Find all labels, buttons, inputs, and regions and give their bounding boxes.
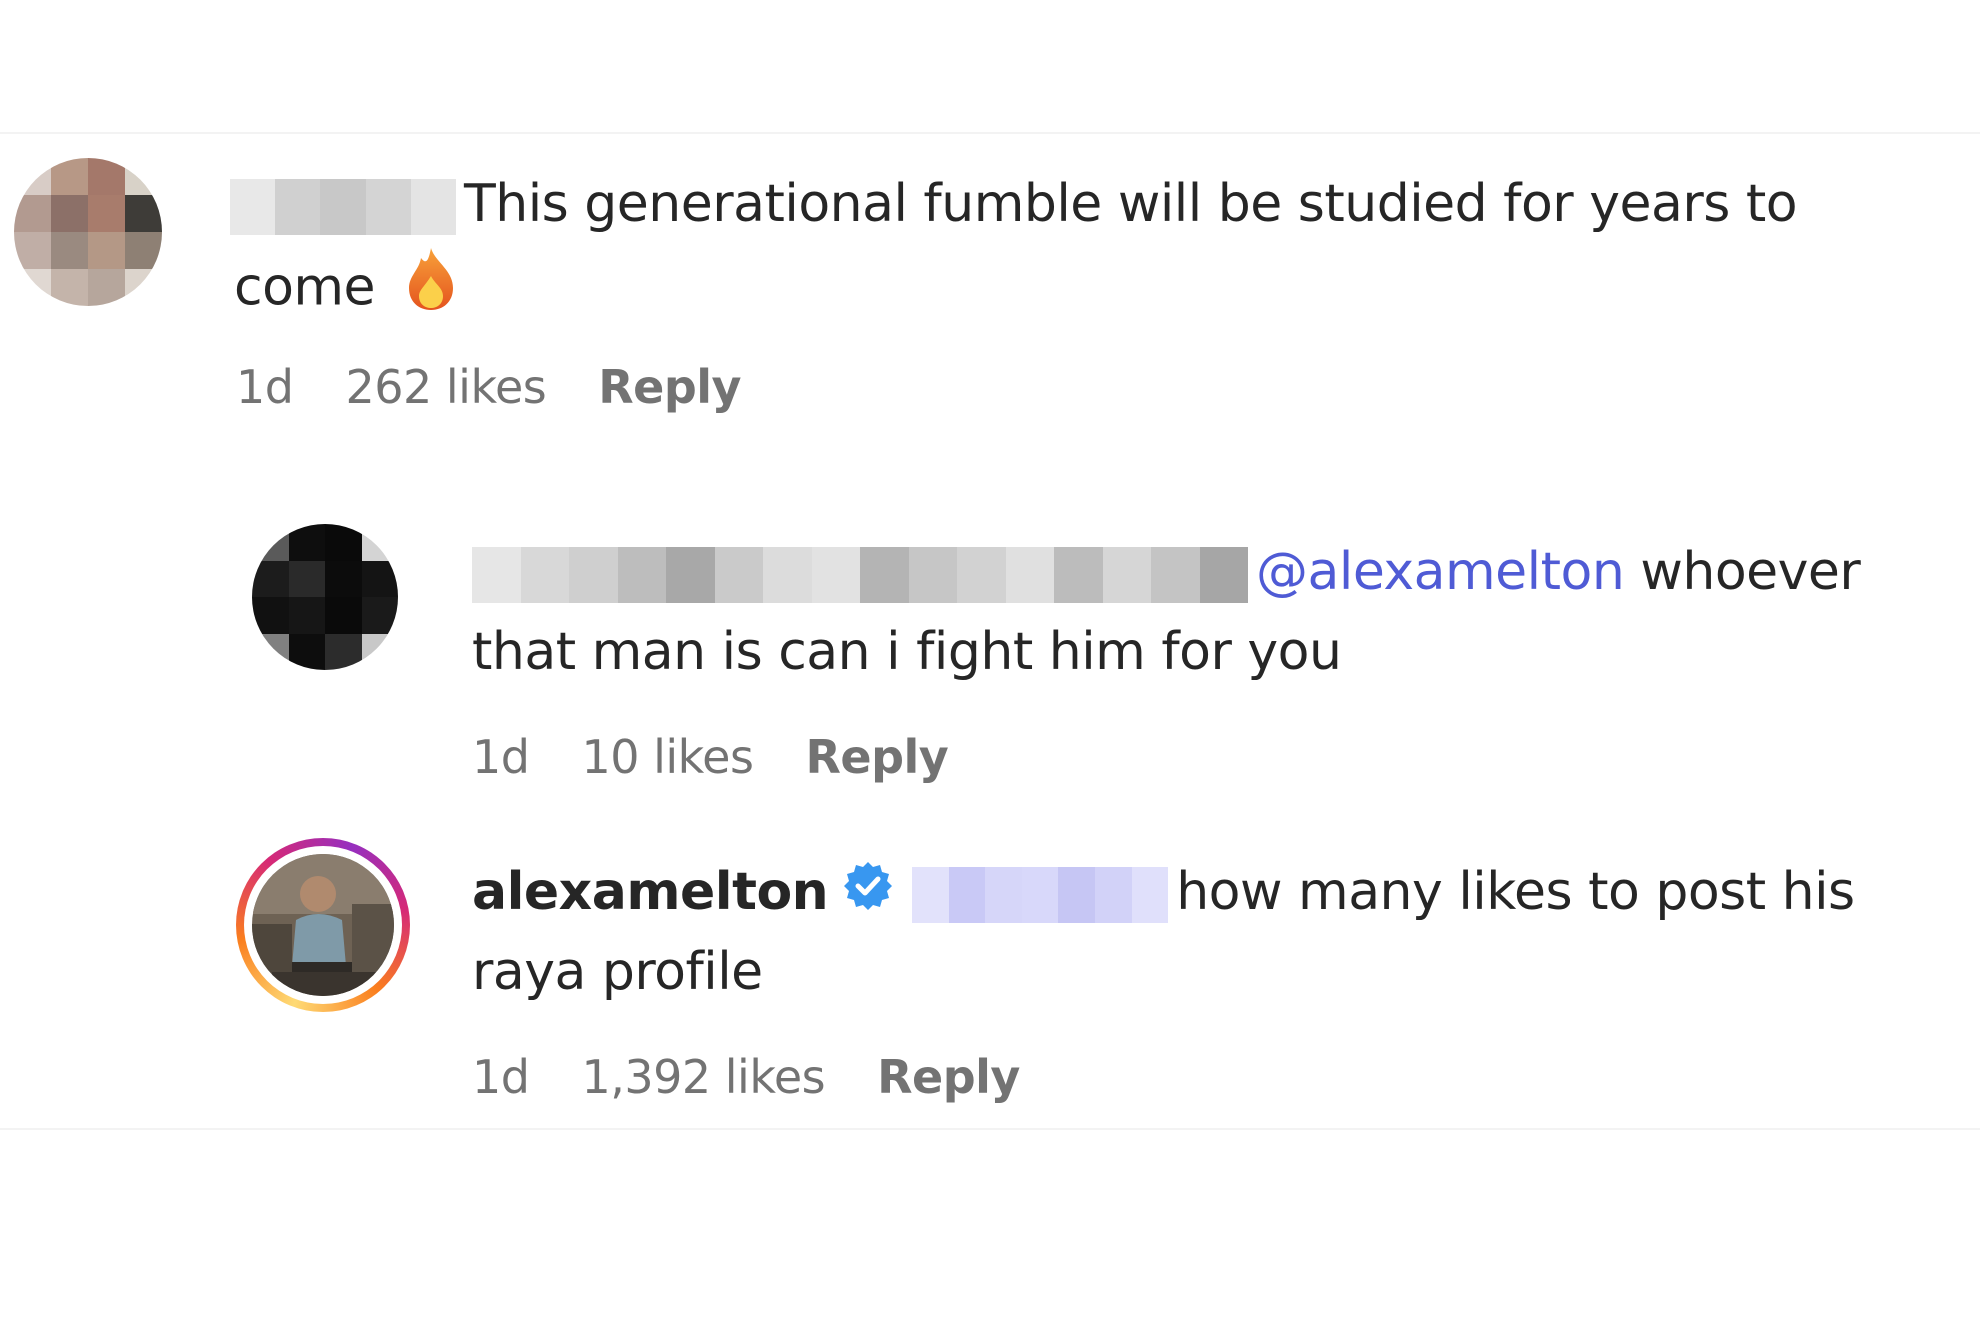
blurred-mention[interactable] bbox=[912, 867, 1169, 923]
blurred-username[interactable] bbox=[472, 547, 1248, 603]
story-ring-avatar[interactable] bbox=[236, 838, 410, 1012]
verified-badge-icon bbox=[842, 855, 894, 935]
author-reply-text: how many likes to post his bbox=[1176, 862, 1855, 922]
author-reply-continued: raya profile bbox=[472, 932, 763, 1012]
comment-text-line2: come bbox=[234, 257, 376, 318]
comment-likes[interactable]: 262 likes bbox=[345, 360, 546, 414]
top-divider bbox=[0, 132, 1980, 134]
reply-body-continued: that man is can i fight him for you bbox=[472, 612, 1342, 692]
author-reply-body: alexamelton how many likes to post his bbox=[472, 852, 1942, 935]
reply-meta: 1d 10 likes Reply bbox=[472, 730, 949, 784]
author-reply-likes[interactable]: 1,392 likes bbox=[581, 1050, 825, 1104]
bottom-divider bbox=[0, 1128, 1980, 1130]
author-reply-text-line2: raya profile bbox=[472, 942, 763, 1002]
reply-text: whoever bbox=[1624, 542, 1861, 602]
blurred-username[interactable] bbox=[230, 179, 456, 235]
reply-button[interactable]: Reply bbox=[598, 360, 741, 414]
avatar bbox=[252, 854, 394, 996]
comment-body-continued: come bbox=[234, 246, 457, 335]
fire-icon bbox=[405, 246, 457, 335]
comment-timestamp[interactable]: 1d bbox=[236, 360, 294, 414]
comment-body: This generational fumble will be studied… bbox=[230, 164, 1930, 244]
reply-text-line2: that man is can i fight him for you bbox=[472, 622, 1342, 682]
replier-avatar[interactable] bbox=[252, 524, 398, 670]
mention-link[interactable]: @alexamelton bbox=[1256, 542, 1625, 602]
reply-button[interactable]: Reply bbox=[877, 1050, 1020, 1104]
reply-button[interactable]: Reply bbox=[805, 730, 948, 784]
reply-timestamp[interactable]: 1d bbox=[472, 730, 530, 784]
comment-meta: 1d 262 likes Reply bbox=[236, 360, 742, 414]
comment-text: This generational fumble will be studied… bbox=[464, 174, 1798, 234]
comments-panel: This generational fumble will be studied… bbox=[0, 0, 1980, 1320]
author-reply-meta: 1d 1,392 likes Reply bbox=[472, 1050, 1020, 1104]
author-reply-timestamp[interactable]: 1d bbox=[472, 1050, 530, 1104]
commenter-avatar[interactable] bbox=[14, 158, 162, 306]
reply-body: @alexamelton whoever bbox=[472, 532, 1932, 612]
author-username[interactable]: alexamelton bbox=[472, 862, 829, 922]
reply-likes[interactable]: 10 likes bbox=[581, 730, 753, 784]
